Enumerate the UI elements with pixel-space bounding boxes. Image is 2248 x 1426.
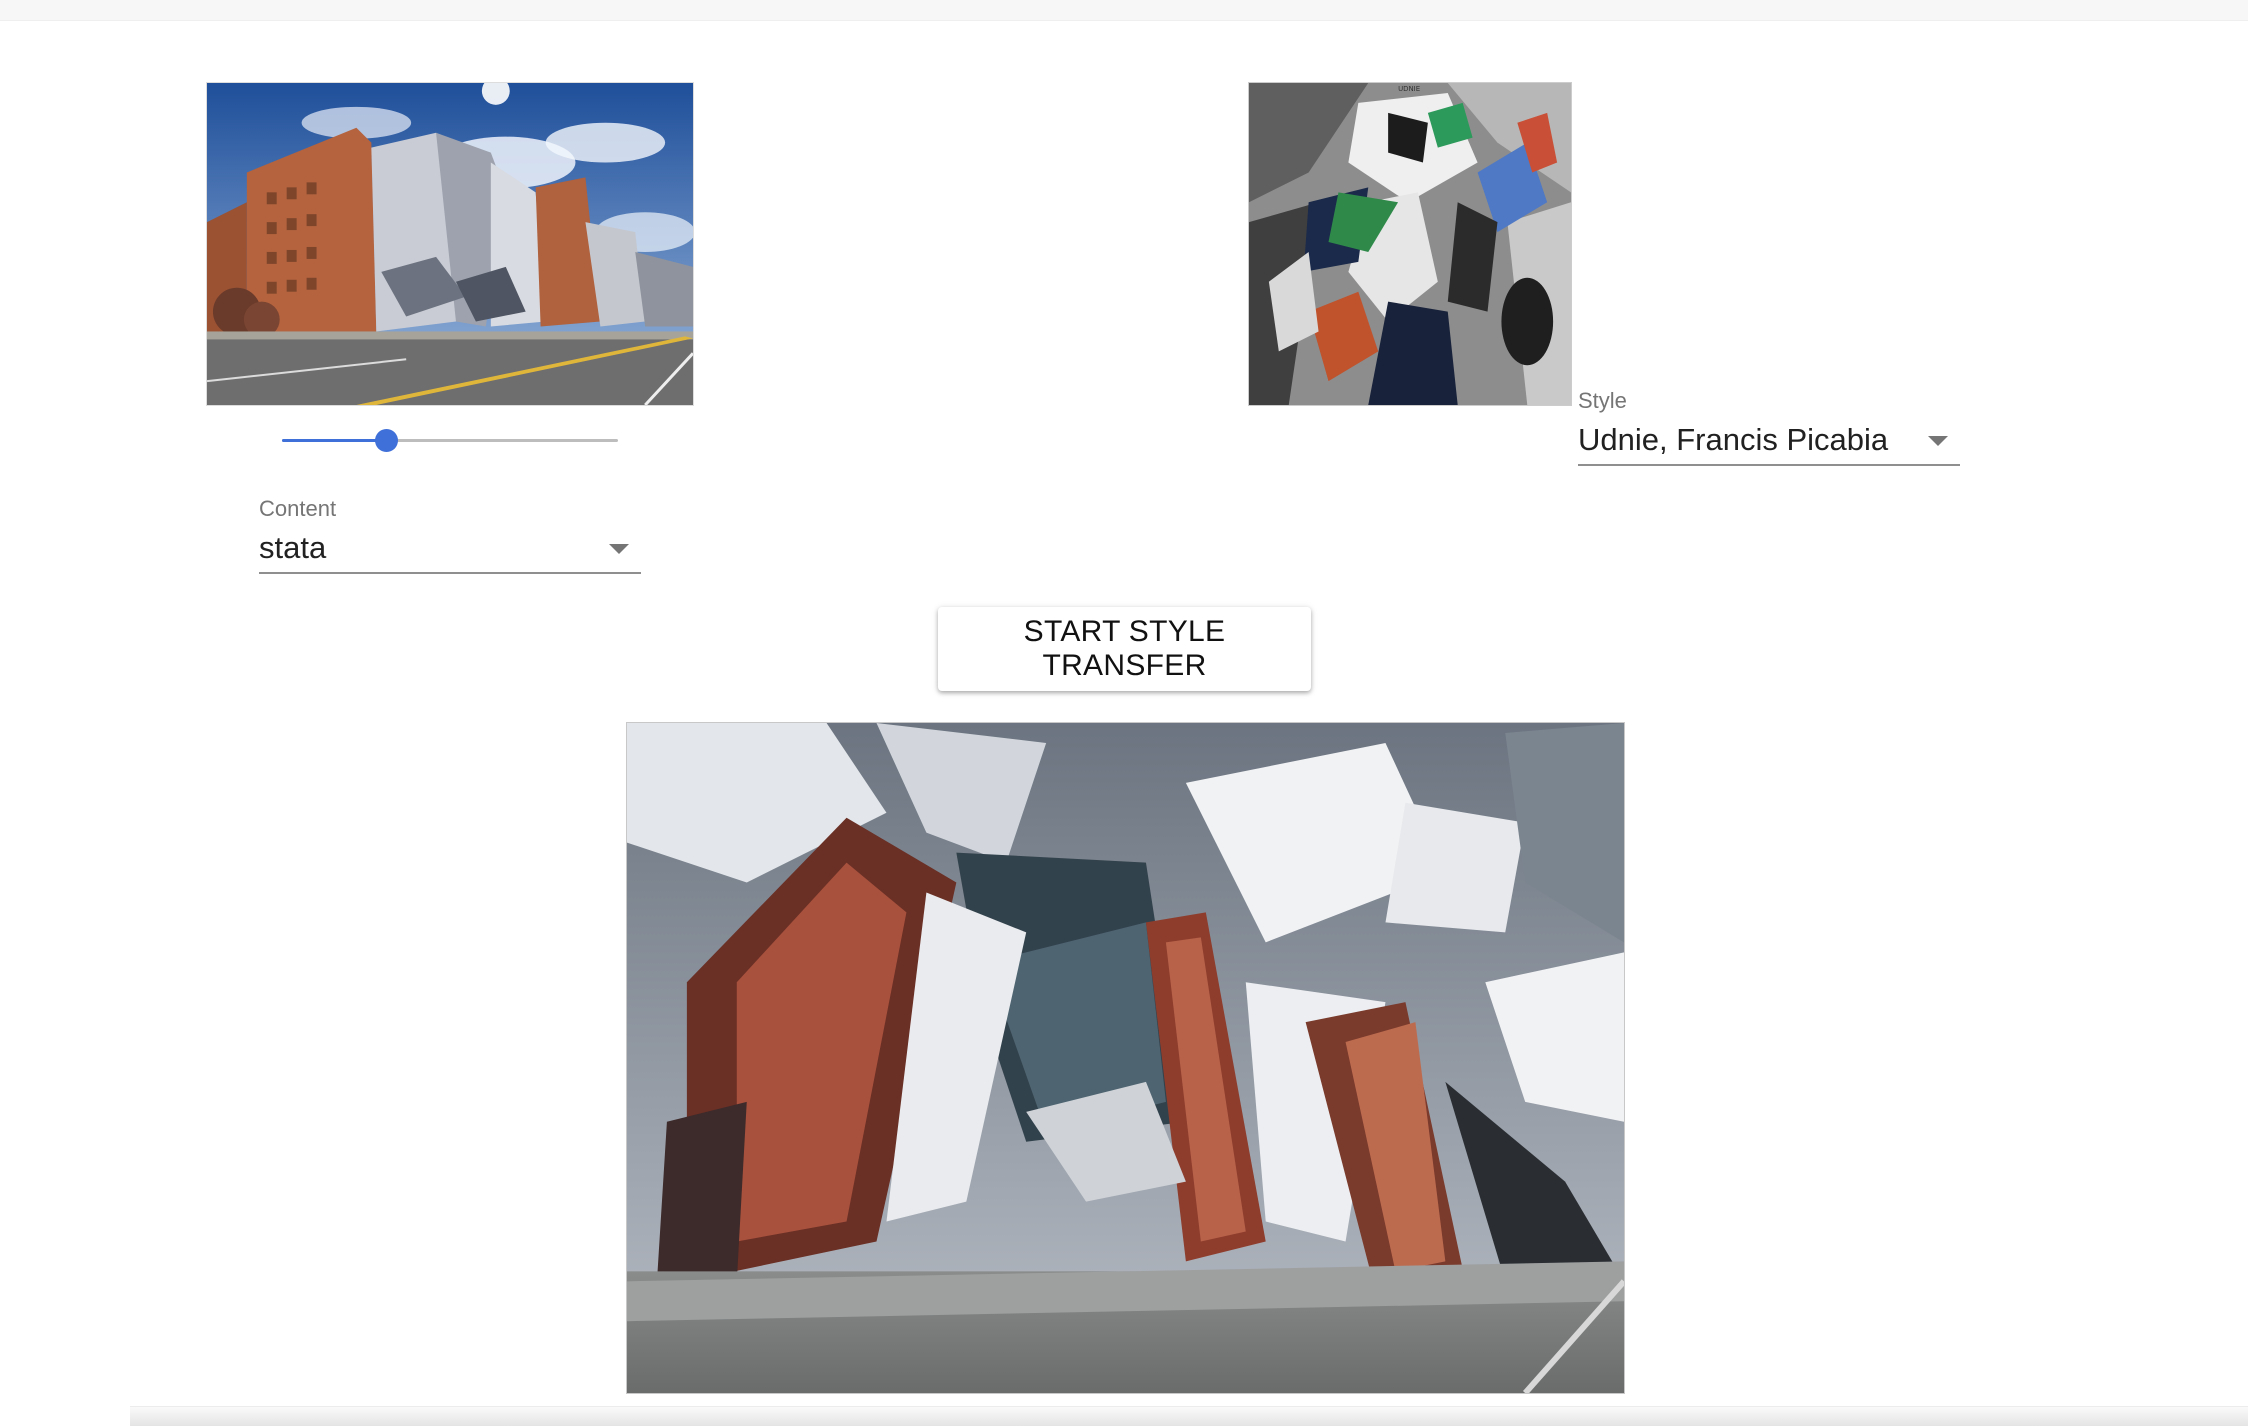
chevron-down-icon[interactable] — [609, 544, 629, 554]
result-image — [626, 722, 1625, 1394]
painting-title-text: UDNIE — [1398, 85, 1420, 93]
chevron-down-icon[interactable] — [1928, 436, 1948, 446]
style-dropdown[interactable]: Udnie, Francis Picabia — [1578, 418, 1960, 466]
start-style-transfer-button[interactable]: START STYLE TRANSFER — [938, 607, 1311, 691]
style-select[interactable]: Style Udnie, Francis Picabia — [1578, 388, 1960, 466]
content-image — [206, 82, 694, 406]
style-label: Style — [1578, 388, 1627, 413]
slider-fill — [282, 439, 387, 442]
content-label: Content — [259, 496, 337, 521]
slider-thumb[interactable] — [375, 429, 399, 452]
bottom-shadow — [130, 1406, 2248, 1426]
content-dropdown[interactable]: stata — [259, 526, 641, 574]
style-selected-value: Udnie, Francis Picabia — [1578, 422, 1889, 457]
content-selected-value: stata — [259, 530, 327, 565]
browser-top-strip — [0, 0, 2248, 21]
style-image: UDNIE — [1248, 82, 1572, 406]
style-strength-slider[interactable] — [282, 424, 618, 456]
content-select[interactable]: Content stata — [259, 496, 641, 574]
